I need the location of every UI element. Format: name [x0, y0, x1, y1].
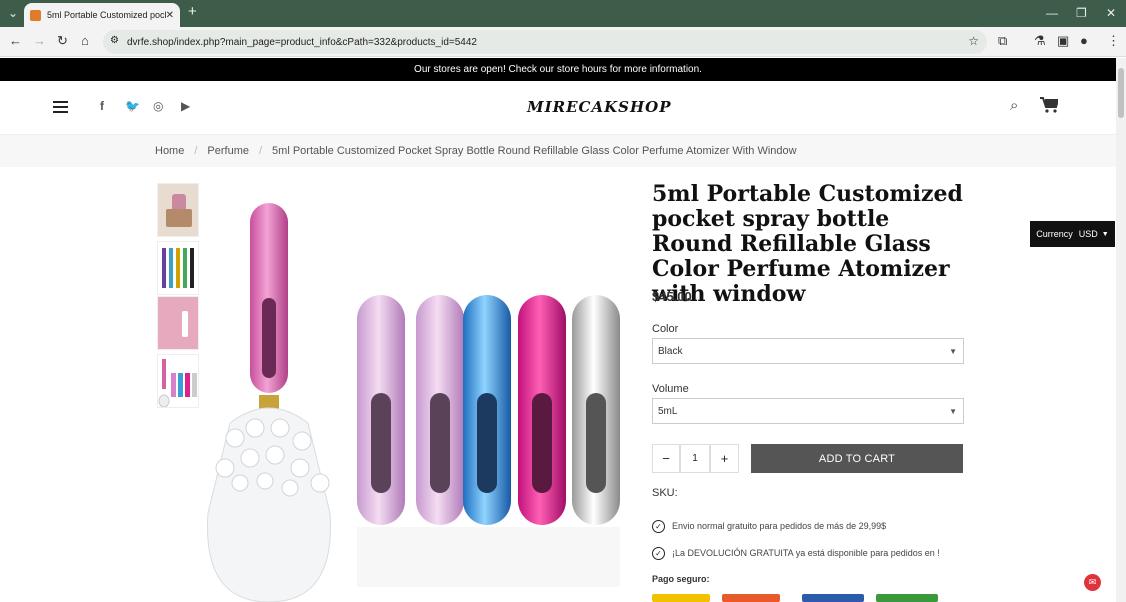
shipping-note: Envio normal gratuito para pedidos de má… [672, 521, 887, 531]
new-tab-icon[interactable]: + [188, 3, 197, 20]
profile-icon[interactable]: ● [1080, 33, 1088, 48]
scrollbar-thumb[interactable] [1118, 68, 1124, 118]
reload-icon[interactable]: ↻ [57, 33, 68, 49]
color-select-value: Black [658, 345, 683, 357]
browser-tab[interactable]: 5ml Portable Customized pock... ✕ [24, 3, 180, 27]
announcement-bar: Our stores are open! Check our store hou… [0, 58, 1116, 81]
payment-badges [652, 594, 938, 602]
thumbnail-3[interactable] [157, 296, 199, 350]
qty-decrease-button[interactable]: − [652, 444, 680, 473]
volume-select-value: 5mL [658, 405, 678, 417]
volume-label: Volume [652, 383, 689, 395]
caret-down-icon: ▼ [1101, 230, 1109, 238]
announcement-text: Our stores are open! Check our store hou… [414, 64, 702, 75]
breadcrumb-separator: / [194, 145, 198, 157]
tab-title: 5ml Portable Customized pock... [47, 10, 166, 20]
check-icon: ✓ [652, 547, 665, 560]
qty-input[interactable]: 1 [680, 444, 710, 473]
menu-icon[interactable]: ⋮ [1107, 33, 1120, 49]
breadcrumb-home[interactable]: Home [155, 145, 184, 157]
tab-close-icon[interactable]: ✕ [166, 10, 174, 21]
extensions-icon[interactable]: ⧉ [998, 33, 1007, 49]
lab-icon[interactable]: ⚗ [1034, 33, 1046, 49]
check-icon: ✓ [652, 520, 665, 533]
youtube-icon[interactable]: ▶ [181, 99, 190, 113]
instagram-icon[interactable]: ◎ [153, 99, 163, 113]
product-price: $45.00 [652, 289, 692, 304]
breadcrumb: Home / Perfume / 5ml Portable Customized… [0, 135, 1116, 167]
page-scrollbar[interactable] [1116, 58, 1126, 602]
back-icon[interactable]: ← [9, 33, 22, 48]
site-header: f 🐦 ◎ ▶ MIRECAKSHOP ⌕ [0, 81, 1116, 135]
close-window-icon[interactable]: ✕ [1106, 6, 1116, 20]
address-bar[interactable]: ⚙ dvrfe.shop/index.php?main_page=product… [103, 30, 987, 54]
currency-value: USD [1078, 229, 1098, 239]
url-text: dvrfe.shop/index.php?main_page=product_i… [127, 36, 477, 48]
tab-search-icon[interactable]: ⌄ [8, 6, 18, 20]
sku-label: SKU: [652, 487, 678, 499]
chevron-down-icon: ▼ [949, 347, 957, 356]
search-icon[interactable]: ⌕ [1010, 97, 1018, 114]
thumbnail-2[interactable] [157, 241, 199, 295]
thumbnail-1[interactable] [157, 183, 199, 237]
browser-toolbar: ← → ↻ ⌂ ⚙ dvrfe.shop/index.php?main_page… [0, 27, 1126, 57]
thumbnail-4[interactable] [157, 354, 199, 408]
secure-payment-label: Pago seguro: [652, 574, 710, 584]
qty-increase-button[interactable]: + [710, 444, 739, 473]
favicon-icon [30, 9, 41, 21]
volume-select[interactable]: 5mL ▼ [652, 398, 964, 424]
color-label: Color [652, 323, 679, 335]
facebook-icon[interactable]: f [100, 99, 104, 113]
currency-label: Currency [1036, 229, 1073, 239]
breadcrumb-current: 5ml Portable Customized Pocket Spray Bot… [272, 145, 797, 157]
product-title: 5ml Portable Customized pocket spray bot… [652, 181, 963, 307]
cart-icon[interactable] [1040, 97, 1058, 113]
minimize-icon[interactable]: — [1046, 6, 1058, 20]
site-logo[interactable]: MIRECAKSHOP [527, 98, 671, 116]
restore-icon[interactable]: ❐ [1076, 6, 1087, 20]
currency-switcher[interactable]: Currency USD ▼ [1030, 221, 1115, 247]
breadcrumb-separator: / [258, 145, 263, 157]
bookmark-star-icon[interactable]: ☆ [968, 34, 979, 48]
chat-widget-icon[interactable]: ✉ [1084, 574, 1101, 591]
color-select[interactable]: Black ▼ [652, 338, 964, 364]
add-to-cart-button[interactable]: ADD TO CART [751, 444, 963, 473]
forward-icon[interactable]: → [33, 33, 46, 48]
site-info-icon[interactable]: ⚙ [110, 35, 119, 46]
return-note: ¡La DEVOLUCIÓN GRATUITA ya está disponib… [672, 548, 940, 558]
chevron-down-icon: ▼ [949, 407, 957, 416]
hamburger-menu-icon[interactable] [53, 101, 68, 113]
side-panel-icon[interactable]: ▣ [1057, 33, 1069, 49]
home-icon[interactable]: ⌂ [81, 33, 89, 48]
twitter-icon[interactable]: 🐦 [125, 99, 140, 113]
product-main-image [207, 203, 620, 602]
breadcrumb-perfume[interactable]: Perfume [207, 145, 249, 157]
browser-tab-bar: ⌄ 5ml Portable Customized pock... ✕ + — … [0, 0, 1126, 27]
